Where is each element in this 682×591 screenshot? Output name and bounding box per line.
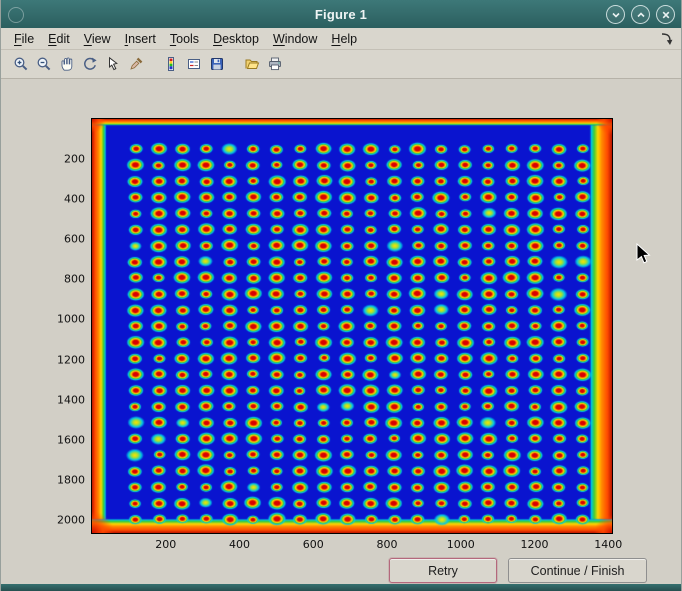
brush-icon[interactable] xyxy=(124,53,147,75)
menu-bar: FileEditViewInsertToolsDesktopWindowHelp xyxy=(1,28,681,50)
continue-finish-button[interactable]: Continue / Finish xyxy=(508,558,647,583)
y-tick-label: 1000 xyxy=(57,313,85,326)
data-cursor-icon[interactable] xyxy=(101,53,124,75)
retry-button[interactable]: Retry xyxy=(389,558,497,583)
axes[interactable]: 2004006008001000120014002004006008001000… xyxy=(91,118,613,534)
print-icon[interactable] xyxy=(263,53,286,75)
legend-icon[interactable] xyxy=(182,53,205,75)
x-tick-label: 1000 xyxy=(447,538,475,551)
open-icon[interactable] xyxy=(240,53,263,75)
x-tick-label: 600 xyxy=(303,538,324,551)
x-tick-label: 800 xyxy=(377,538,398,551)
toolbar-group xyxy=(240,53,286,75)
x-tick-label: 400 xyxy=(229,538,250,551)
window-menu-icon[interactable] xyxy=(8,7,24,23)
menu-file[interactable]: File xyxy=(7,30,41,48)
y-tick-label: 800 xyxy=(64,273,85,286)
y-tick-label: 1200 xyxy=(57,353,85,366)
x-tick-label: 1400 xyxy=(594,538,622,551)
figure-window: Figure 1 FileEditViewInsertToolsDesktopW… xyxy=(0,0,682,591)
menu-edit[interactable]: Edit xyxy=(41,30,77,48)
window-title: Figure 1 xyxy=(1,7,681,22)
figure-canvas-area: 200 400 600 800 1000 1200 1400 200 400 600 800 1000… xyxy=(1,79,681,584)
menu-view[interactable]: View xyxy=(77,30,118,48)
close-button[interactable] xyxy=(656,5,675,24)
y-tick-label: 1600 xyxy=(57,433,85,446)
zoom-in-icon[interactable] xyxy=(9,53,32,75)
zoom-out-icon[interactable] xyxy=(32,53,55,75)
save-icon[interactable] xyxy=(205,53,228,75)
menu-desktop[interactable]: Desktop xyxy=(206,30,266,48)
x-tick-label: 200 xyxy=(155,538,176,551)
heatmap-image[interactable] xyxy=(92,119,612,533)
toolbar-group xyxy=(159,53,228,75)
minimize-button[interactable] xyxy=(606,5,625,24)
dock-figure-icon[interactable] xyxy=(659,31,673,52)
colorbar-icon[interactable] xyxy=(159,53,182,75)
title-bar[interactable]: Figure 1 xyxy=(1,0,681,28)
y-tick-label: 1800 xyxy=(57,473,85,486)
toolbar-group xyxy=(9,53,147,75)
menu-insert[interactable]: Insert xyxy=(118,30,163,48)
y-tick-label: 1400 xyxy=(57,393,85,406)
rotate-3d-icon[interactable] xyxy=(78,53,101,75)
menu-tools[interactable]: Tools xyxy=(163,30,206,48)
window-bottom-border xyxy=(1,584,681,591)
y-tick-label: 600 xyxy=(64,233,85,246)
window-controls xyxy=(606,5,675,24)
y-tick-label: 200 xyxy=(64,153,85,166)
maximize-button[interactable] xyxy=(631,5,650,24)
figure-toolbar xyxy=(1,50,681,79)
pan-icon[interactable] xyxy=(55,53,78,75)
menu-help[interactable]: Help xyxy=(324,30,364,48)
menu-window[interactable]: Window xyxy=(266,30,324,48)
x-tick-label: 1200 xyxy=(521,538,549,551)
y-tick-label: 400 xyxy=(64,193,85,206)
y-tick-label: 2000 xyxy=(57,513,85,526)
